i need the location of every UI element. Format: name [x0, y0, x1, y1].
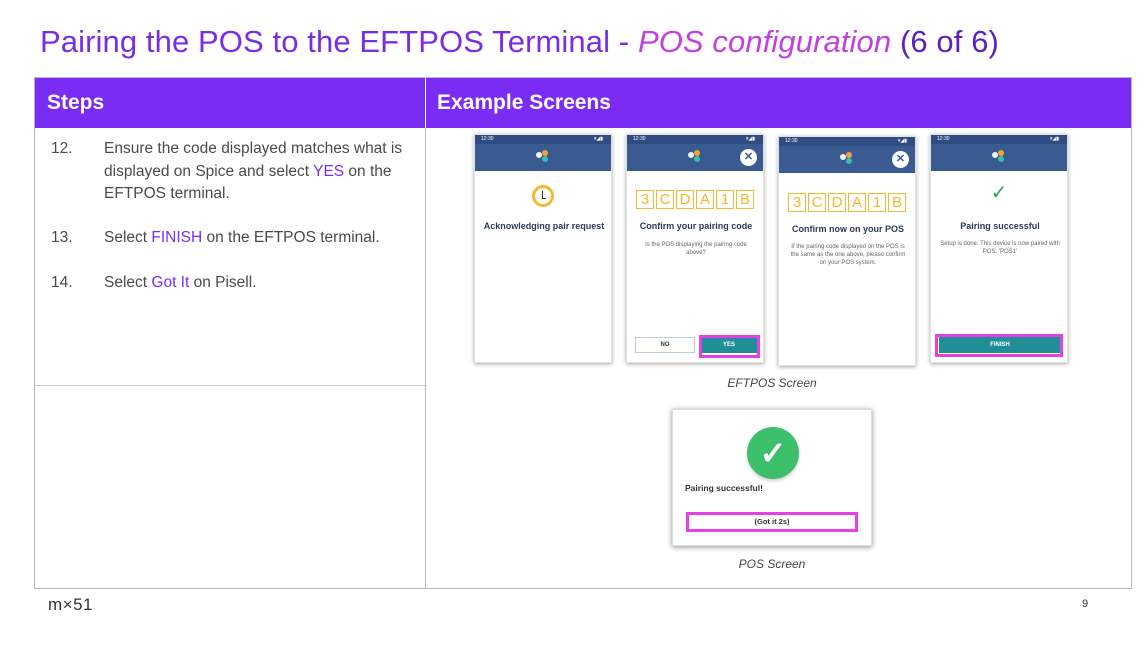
- screen-body: Is the POS displaying the pairing code a…: [645, 242, 747, 256]
- step-highlight-finish: FINISH: [151, 229, 203, 246]
- spice-logo-icon: [838, 151, 856, 167]
- step-highlight-yes: YES: [313, 162, 345, 180]
- step-number: 12.: [51, 140, 73, 157]
- close-icon[interactable]: ✕: [740, 149, 757, 166]
- status-bar: 12:30 ▾◢▮: [931, 135, 1067, 144]
- step-text-part: Select: [104, 229, 152, 246]
- code-digit: 1: [868, 193, 886, 212]
- eftpos-screen-confirm-on-pos: 12:30 ▾◢▮ ✕ 3CDA1B Confirm now on your PO…: [778, 136, 916, 366]
- step-text: Select Got It on Pisell.: [104, 272, 422, 295]
- signal-icon: ▾◢▮: [897, 138, 907, 144]
- code-digit: A: [696, 190, 714, 209]
- status-bar: 12:30 ▾◢▮: [627, 135, 763, 144]
- step-number: 14.: [51, 274, 73, 291]
- code-digit: C: [656, 190, 674, 209]
- step-14: 14. Select Got It on Pisell.: [51, 272, 421, 296]
- signal-icon: ▾◢▮: [745, 136, 755, 142]
- close-icon[interactable]: ✕: [892, 151, 909, 168]
- status-time: 12:30: [633, 136, 646, 142]
- eftpos-caption: EFTPOS Screen: [727, 376, 817, 390]
- app-bar: [475, 144, 611, 171]
- status-time: 12:30: [937, 136, 950, 142]
- screen-body: If the pairing code displayed on the POS…: [790, 244, 906, 266]
- step-text: Select FINISH on the EFTPOS terminal.: [104, 227, 422, 250]
- page-number: 9: [1082, 598, 1089, 610]
- title-main: Pairing the POS to the EFTPOS Terminal -: [40, 24, 638, 59]
- eftpos-screen-acknowledging: 12:30 ▾◢▮ Acknowledging pair request: [474, 134, 612, 363]
- step-text-part: on the EFTPOS terminal.: [202, 229, 380, 246]
- app-bar: ✕: [627, 144, 763, 171]
- pairing-code: 3CDA1B: [636, 190, 754, 209]
- row-divider: [35, 385, 425, 386]
- pairing-code: 3CDA1B: [788, 193, 906, 212]
- pos-caption: POS Screen: [738, 557, 806, 571]
- code-digit: 3: [636, 190, 654, 209]
- checkmark-icon: ✓: [990, 182, 1008, 204]
- signal-icon: ▾◢▮: [593, 136, 603, 142]
- success-check-icon: ✓: [747, 427, 799, 479]
- status-time: 12:30: [785, 138, 798, 144]
- screen-title: Confirm your pairing code: [639, 221, 753, 231]
- slide-title: Pairing the POS to the EFTPOS Terminal -…: [40, 24, 999, 60]
- got-it-button[interactable]: (Got it 2s): [686, 512, 858, 532]
- signal-icon: ▾◢▮: [1049, 136, 1059, 142]
- code-digit: 3: [788, 193, 806, 212]
- title-count: (6 of 6): [891, 24, 999, 59]
- screens-column-header: Example Screens: [437, 91, 611, 114]
- screen-title: Pairing successful: [960, 221, 1040, 231]
- screen-title: Confirm now on your POS: [792, 224, 904, 234]
- app-bar: ✕: [779, 146, 915, 173]
- spice-logo-icon: [990, 149, 1008, 165]
- status-bar: 12:30 ▾◢▮: [475, 135, 611, 144]
- spice-logo-icon: [534, 149, 552, 165]
- code-digit: C: [808, 193, 826, 212]
- eftpos-screen-pairing-successful: 12:30 ▾◢▮ ✓ Pairing successful Setup is d…: [930, 134, 1068, 363]
- steps-column-header: Steps: [47, 91, 105, 114]
- code-digit: B: [888, 193, 906, 212]
- step-text-part: Select: [104, 274, 152, 291]
- mx51-logo: m×51: [48, 595, 93, 614]
- spice-logo-icon: [686, 149, 704, 165]
- step-number: 13.: [51, 229, 73, 246]
- code-digit: D: [676, 190, 694, 209]
- title-subtitle: POS configuration: [637, 24, 892, 59]
- eftpos-screen-confirm-code: 12:30 ▾◢▮ ✕ 3CDA1B Confirm your pairing c…: [626, 134, 764, 363]
- step-text: Ensure the code displayed matches what i…: [104, 138, 422, 206]
- status-time: 12:30: [481, 136, 494, 142]
- no-button[interactable]: NO: [635, 337, 695, 353]
- step-text-part: on Pisell.: [189, 274, 257, 291]
- code-digit: A: [848, 193, 866, 212]
- finish-button[interactable]: FINISH: [939, 337, 1061, 353]
- step-highlight-got-it: Got It: [151, 274, 190, 291]
- screen-title: Acknowledging pair request: [483, 221, 605, 231]
- header-divider: [425, 78, 426, 128]
- step-13: 13. Select FINISH on the EFTPOS terminal…: [51, 227, 421, 251]
- code-digit: 1: [716, 190, 734, 209]
- column-divider: [425, 78, 426, 588]
- table-header: Steps Example Screens: [35, 78, 1131, 128]
- step-12: 12. Ensure the code displayed matches wh…: [51, 138, 421, 208]
- screen-body: Setup is done. This device is now paired…: [940, 241, 1060, 255]
- status-bar: 12:30 ▾◢▮: [779, 137, 915, 146]
- yes-button[interactable]: YES: [701, 337, 757, 353]
- app-bar: [931, 144, 1067, 171]
- success-message: Pairing successful!: [685, 483, 763, 493]
- code-digit: D: [828, 193, 846, 212]
- code-digit: B: [736, 190, 754, 209]
- pos-success-dialog: ✓ Pairing successful! (Got it 2s): [672, 409, 872, 546]
- clock-icon: [532, 185, 554, 207]
